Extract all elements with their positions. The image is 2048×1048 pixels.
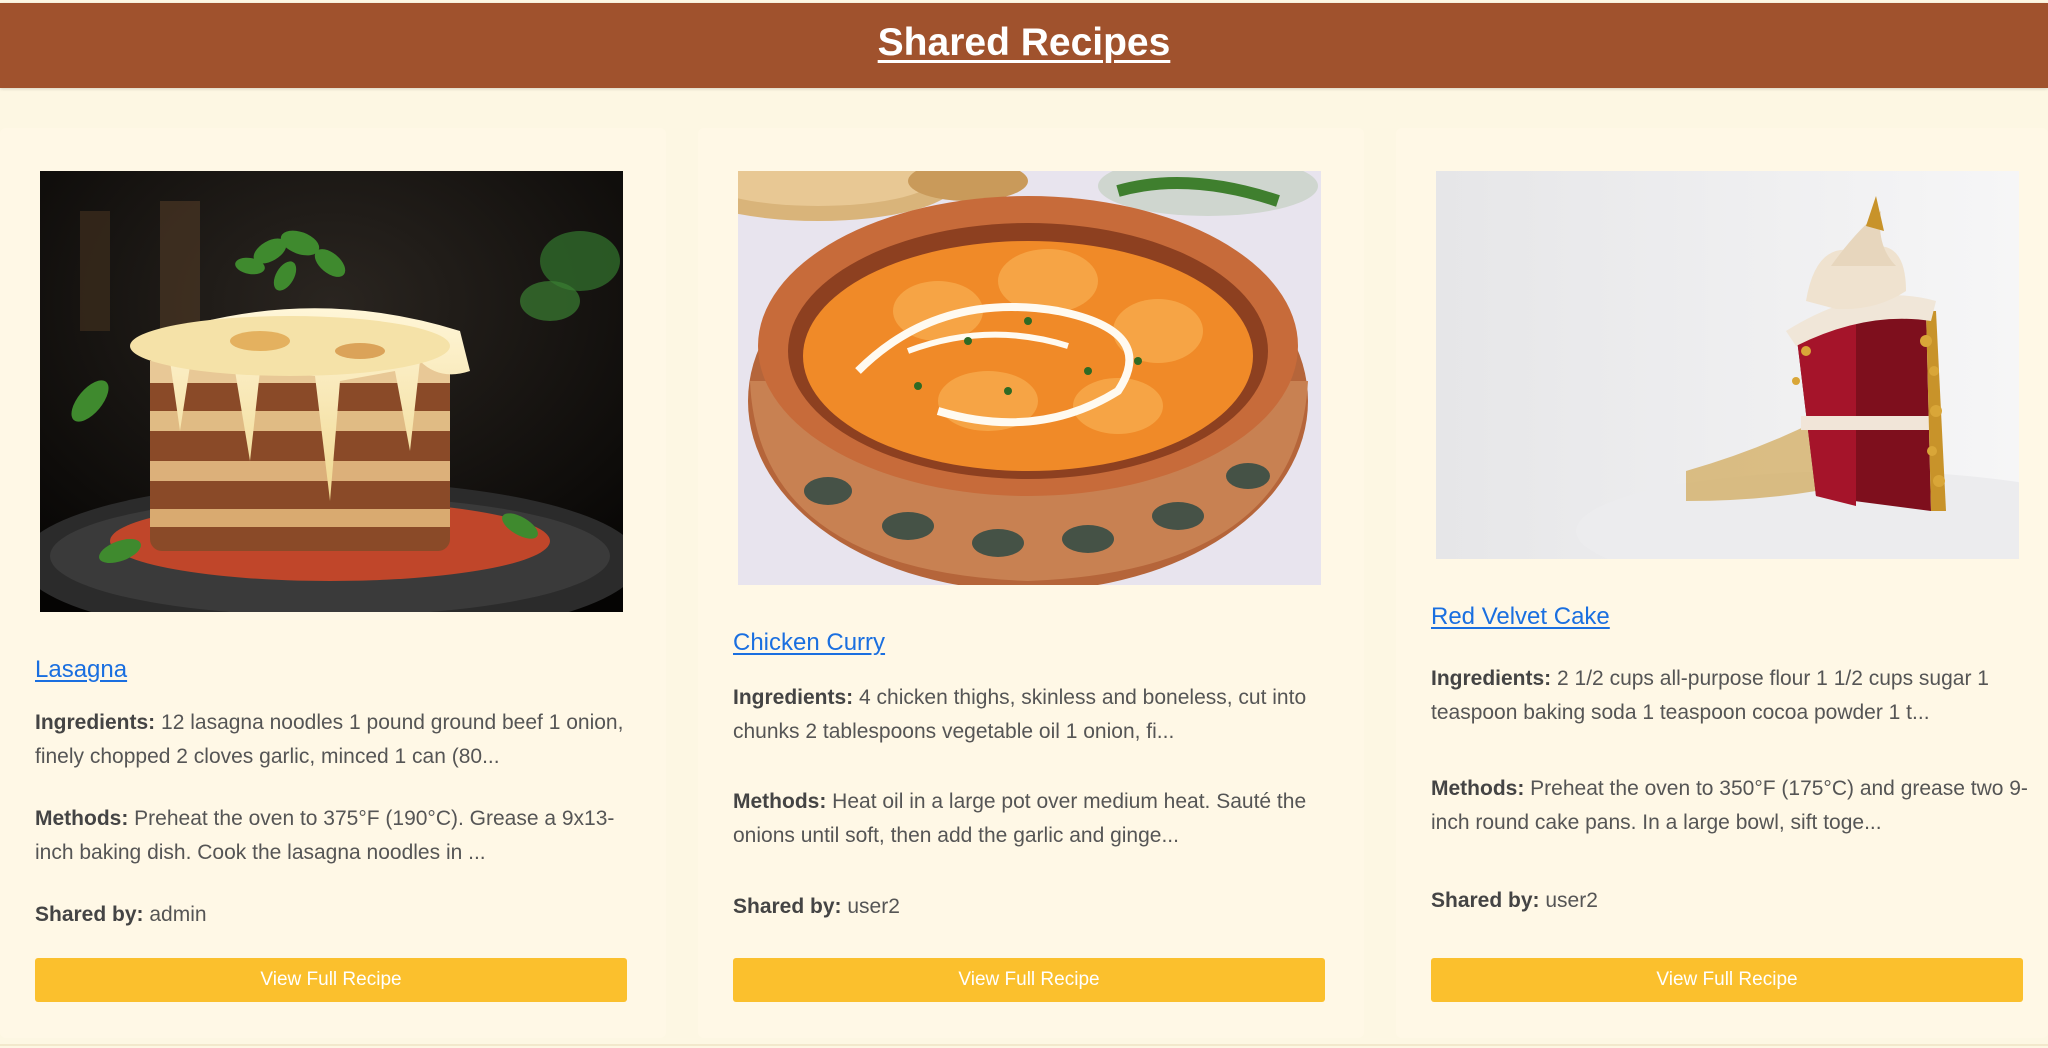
recipe-methods: Methods: Heat oil in a large pot over me…	[733, 785, 1333, 853]
page-header: Shared Recipes	[0, 3, 2048, 88]
ingredients-label: Ingredients:	[733, 686, 854, 709]
ingredients-label: Ingredients:	[35, 711, 156, 734]
methods-label: Methods:	[733, 790, 827, 813]
recipe-image-lasagna	[40, 171, 623, 612]
recipe-card-chicken-curry: Chicken Curry Ingredients: 4 chicken thi…	[698, 128, 1364, 1038]
shared-by-label: Shared by:	[35, 903, 144, 926]
lasagna-photo	[40, 171, 623, 612]
chicken-curry-photo	[738, 171, 1321, 585]
shared-by-user: user2	[1545, 889, 1598, 912]
recipe-methods: Methods: Preheat the oven to 375°F (190°…	[35, 802, 635, 870]
recipe-ingredients: Ingredients: 2 1/2 cups all-purpose flou…	[1431, 662, 2031, 730]
recipe-card-red-velvet-cake: Red Velvet Cake Ingredients: 2 1/2 cups …	[1396, 128, 2048, 1038]
recipe-ingredients: Ingredients: 4 chicken thighs, skinless …	[733, 681, 1333, 749]
shared-by-label: Shared by:	[733, 895, 842, 918]
ingredients-label: Ingredients:	[1431, 667, 1552, 690]
recipe-title-link[interactable]: Red Velvet Cake	[1431, 603, 1610, 631]
shared-by-user: admin	[149, 903, 207, 926]
recipe-ingredients: Ingredients: 12 lasagna noodles 1 pound …	[35, 706, 635, 774]
recipe-card-lasagna: Lasagna Ingredients: 12 lasagna noodles …	[0, 128, 666, 1038]
page-bottom-divider	[0, 1044, 2048, 1046]
shared-by-user: user2	[847, 895, 900, 918]
shared-by-label: Shared by:	[1431, 889, 1540, 912]
recipe-image-red-velvet-cake	[1436, 171, 2019, 559]
recipe-shared-by: Shared by: user2	[1431, 884, 2031, 918]
recipe-title-link[interactable]: Lasagna	[35, 656, 127, 684]
recipe-title-link[interactable]: Chicken Curry	[733, 629, 885, 657]
page: Shared Recipes Lasagna Ingredients: 12 l…	[0, 0, 2048, 1048]
recipe-shared-by: Shared by: user2	[733, 890, 1333, 924]
methods-label: Methods:	[1431, 777, 1525, 800]
recipe-methods: Methods: Preheat the oven to 350°F (175°…	[1431, 772, 2031, 840]
view-full-recipe-button[interactable]: View Full Recipe	[733, 958, 1325, 1002]
view-full-recipe-button[interactable]: View Full Recipe	[35, 958, 627, 1002]
methods-label: Methods:	[35, 807, 129, 830]
recipe-image-chicken-curry	[738, 171, 1321, 585]
red-velvet-cake-photo	[1436, 171, 2019, 559]
view-full-recipe-button[interactable]: View Full Recipe	[1431, 958, 2023, 1002]
page-title: Shared Recipes	[877, 20, 1171, 64]
recipe-shared-by: Shared by: admin	[35, 898, 635, 932]
